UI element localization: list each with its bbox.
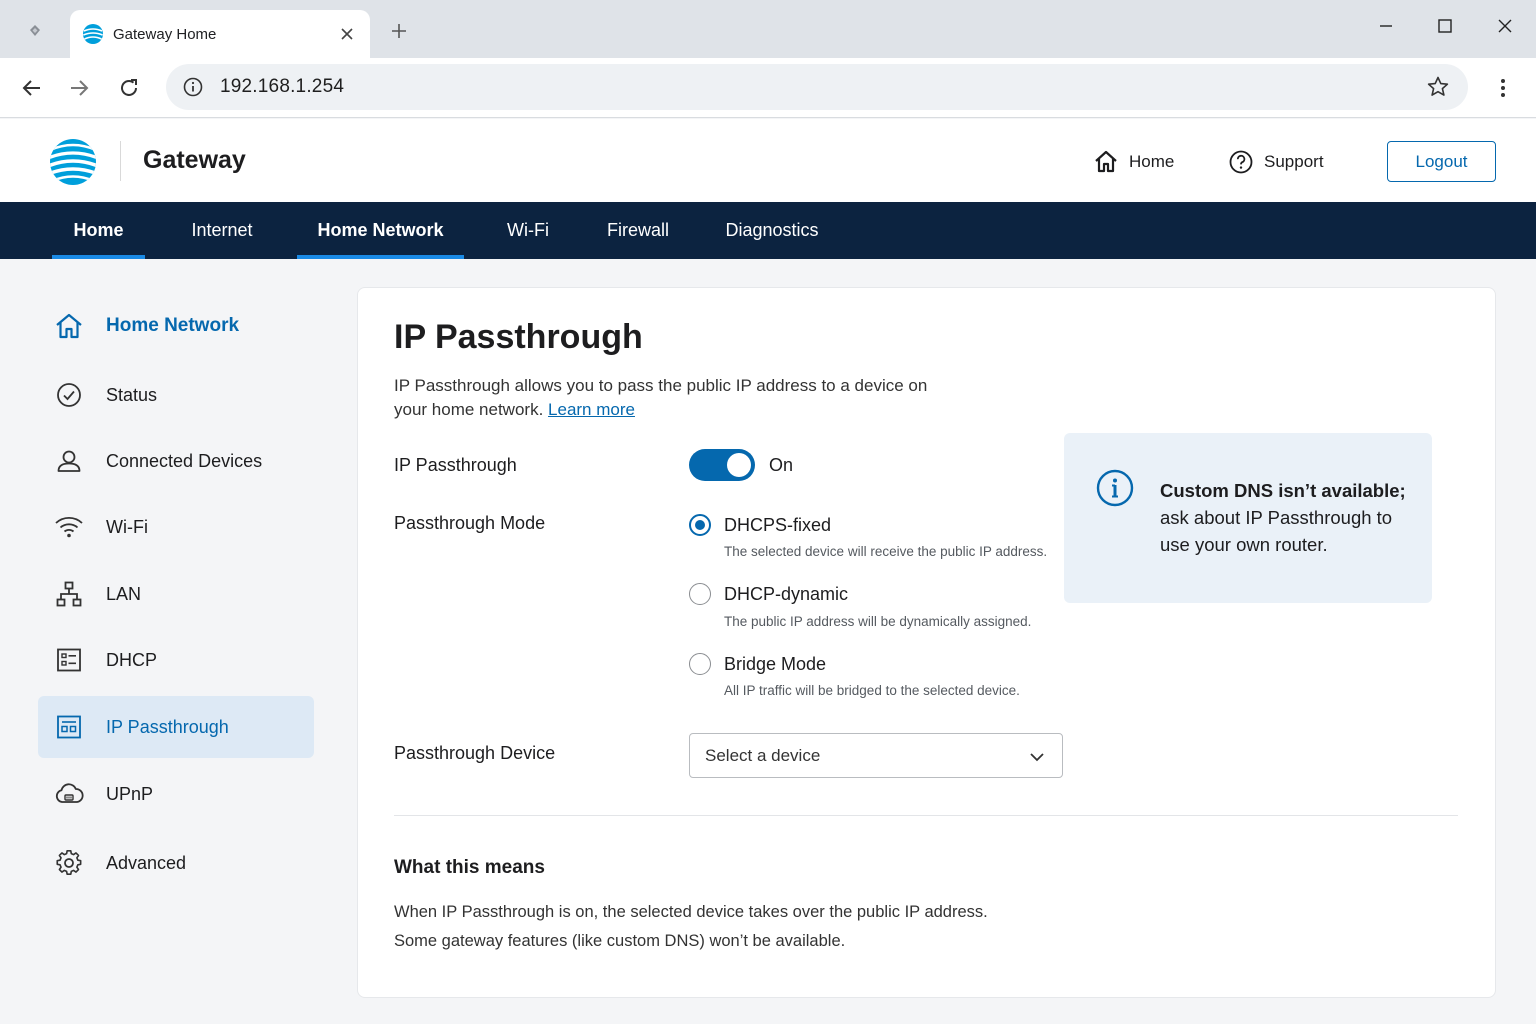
browser-tabstrip: Gateway Home: [0, 0, 1536, 58]
new-tab-icon[interactable]: [386, 18, 412, 44]
nav-tab-home-network[interactable]: Home Network: [297, 202, 464, 259]
passthrough-device-label: Passthrough Device: [394, 743, 556, 763]
list-box-icon: [54, 645, 84, 675]
sidebar-item-label: Connected Devices: [106, 450, 263, 471]
learn-more-link[interactable]: Learn more: [548, 400, 635, 419]
nav-tab-diagnostics[interactable]: Diagnostics: [712, 202, 832, 259]
main-nav: Home Internet Home Network Wi-Fi Firewal…: [0, 202, 1536, 259]
section-title: What this means: [394, 857, 545, 878]
header-home-label: Home: [1129, 152, 1175, 171]
forward-arrow-icon[interactable]: [63, 72, 95, 104]
network-tree-icon: [54, 579, 84, 609]
header-support-label: Support: [1264, 152, 1324, 171]
sidebar-item-lan[interactable]: LAN: [38, 563, 314, 625]
check-circle-icon: [54, 380, 84, 410]
toggle-knob: [727, 453, 751, 477]
question-circle-icon: [1228, 149, 1254, 175]
info-callout-text: Custom DNS isn’t available; ask about IP…: [1160, 477, 1410, 558]
content-card: IP Passthrough IP Passthrough allows you…: [357, 287, 1496, 998]
sidebar-item-label: Advanced: [106, 852, 187, 873]
sidebar-item-upnp[interactable]: UPnP: [38, 763, 314, 825]
nav-tab-internet[interactable]: Internet: [172, 202, 272, 259]
passthrough-mode-label: Passthrough Mode: [394, 513, 546, 533]
url-text[interactable]: 192.168.1.254: [220, 76, 344, 98]
sidebar-item-wifi[interactable]: Wi-Fi: [38, 496, 314, 558]
house-icon: [1093, 149, 1119, 175]
header-support-link[interactable]: Support: [1228, 149, 1324, 175]
section-line-1: When IP Passthrough is on, the selected …: [394, 903, 988, 921]
site-info-icon[interactable]: [182, 76, 204, 98]
globe-logo-icon: [82, 23, 104, 45]
globe-logo-icon[interactable]: [48, 137, 98, 187]
ip-passthrough-toggle[interactable]: [689, 449, 755, 481]
ip-passthrough-label: IP Passthrough: [394, 455, 517, 475]
nav-tab-home[interactable]: Home: [52, 202, 145, 259]
info-callout-rest: ask about IP Passthrough to use your own…: [1160, 507, 1393, 555]
section-line-2: Some gateway features (like custom DNS) …: [394, 932, 846, 950]
sidebar-item-ip-passthrough[interactable]: IP Passthrough: [38, 696, 314, 758]
sidebar-item-status[interactable]: Status: [38, 364, 314, 426]
cloud-icon: [54, 779, 84, 809]
radio-bridge-mode-label[interactable]: Bridge Mode: [724, 654, 826, 675]
sidebar-item-dhcp[interactable]: DHCP: [38, 629, 314, 691]
user-icon: [54, 446, 84, 476]
browser-tab[interactable]: Gateway Home: [70, 10, 370, 58]
sidebar-header-home-network[interactable]: Home Network: [38, 295, 314, 357]
logo-divider: [120, 141, 121, 181]
info-callout: Custom DNS isn’t available; ask about IP…: [1064, 433, 1432, 603]
sidebar-header-label: Home Network: [106, 315, 240, 336]
sidebar-item-label: Wi-Fi: [106, 516, 148, 537]
browser-toolbar: 192.168.1.254: [0, 58, 1536, 118]
sidebar: Home Network Status Connected Devices Wi…: [0, 259, 340, 1024]
radio-bridge-mode-help: All IP traffic will be bridged to the se…: [724, 683, 1020, 698]
maximize-icon[interactable]: [1429, 12, 1461, 40]
radio-dhcps-fixed[interactable]: [689, 514, 711, 536]
browser-menu-icon[interactable]: [1487, 72, 1519, 104]
page-title: IP Passthrough: [394, 318, 643, 356]
radio-dhcp-dynamic-help: The public IP address will be dynamicall…: [724, 614, 1032, 629]
address-bar[interactable]: 192.168.1.254: [166, 64, 1468, 110]
bookmark-star-icon[interactable]: [1426, 75, 1450, 99]
back-arrow-icon[interactable]: [16, 72, 48, 104]
page-description: IP Passthrough allows you to pass the pu…: [394, 374, 964, 422]
nav-tab-firewall[interactable]: Firewall: [590, 202, 686, 259]
minimize-icon[interactable]: [1370, 12, 1402, 40]
passthrough-device-select[interactable]: Select a device: [689, 733, 1063, 778]
radio-bridge-mode[interactable]: [689, 653, 711, 675]
close-window-icon[interactable]: [1489, 12, 1521, 40]
close-tab-icon[interactable]: [336, 23, 358, 45]
nav-tab-wifi[interactable]: Wi-Fi: [490, 202, 566, 259]
radio-dhcps-fixed-label[interactable]: DHCPS-fixed: [724, 515, 831, 536]
tab-title: Gateway Home: [113, 25, 217, 43]
toggle-state-text: On: [769, 455, 794, 475]
sidebar-item-label: DHCP: [106, 649, 158, 670]
sidebar-item-label: LAN: [106, 583, 142, 604]
section-text: When IP Passthrough is on, the selected …: [394, 898, 988, 956]
header-home-link[interactable]: Home: [1093, 149, 1174, 175]
logout-button[interactable]: Logout: [1387, 141, 1496, 182]
info-callout-bold: Custom DNS isn’t available;: [1160, 480, 1406, 501]
chevron-down-icon: [1028, 748, 1046, 766]
page-header: Gateway Home Support Logout: [0, 119, 1536, 202]
reload-icon[interactable]: [113, 72, 145, 104]
house-icon: [54, 311, 84, 341]
sidebar-item-advanced[interactable]: Advanced: [38, 832, 314, 894]
brand-name: Gateway: [143, 146, 246, 174]
radio-dhcp-dynamic[interactable]: [689, 583, 711, 605]
tab-search-icon[interactable]: [22, 18, 48, 44]
sidebar-item-label: IP Passthrough: [106, 716, 229, 737]
wifi-icon: [54, 512, 84, 542]
gear-icon: [54, 848, 84, 878]
sidebar-item-label: UPnP: [106, 783, 154, 804]
sidebar-item-connected-devices[interactable]: Connected Devices: [38, 430, 314, 492]
radio-dhcps-fixed-help: The selected device will receive the pub…: [724, 544, 1048, 559]
section-divider: [394, 815, 1458, 816]
radio-dhcp-dynamic-label[interactable]: DHCP-dynamic: [724, 584, 848, 605]
info-icon: [1096, 469, 1134, 507]
sidebar-item-label: Status: [106, 384, 158, 405]
passthrough-icon: [54, 712, 84, 742]
select-placeholder: Select a device: [705, 745, 821, 765]
description-text: IP Passthrough allows you to pass the pu…: [394, 376, 928, 419]
